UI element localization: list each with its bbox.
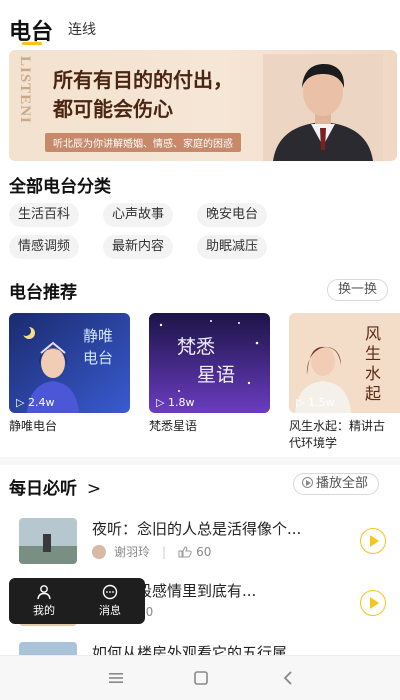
author-avatar xyxy=(92,544,106,559)
card-2-name[interactable]: 梵悉星语 xyxy=(149,418,197,435)
svg-text:静唯: 静唯 xyxy=(83,327,113,345)
switch-button[interactable]: 换一换 xyxy=(327,279,389,301)
svg-text:梵悉: 梵悉 xyxy=(177,336,215,358)
recommend-title: 电台推荐 xyxy=(9,283,77,303)
back-icon[interactable] xyxy=(281,670,295,686)
svg-text:起: 起 xyxy=(365,384,381,403)
floating-nav: 我的 消息 xyxy=(9,578,145,624)
daily-title[interactable]: 每日必听 > xyxy=(9,474,101,499)
list-item-1[interactable]: 夜听：念旧的人总是活得像个... 谢羽玲 | 60 xyxy=(9,516,394,578)
item-1-meta: 谢羽玲 | 60 xyxy=(92,543,211,560)
card-2-play-count: ▷ 1.8w xyxy=(156,396,195,409)
chevron-right-icon: > xyxy=(86,479,102,499)
radio-card-2[interactable]: 梵悉 星语 ▷ 1.8w xyxy=(149,313,270,413)
banner-host-photo xyxy=(263,54,383,161)
card-1-play-count: ▷ 2.4w xyxy=(16,396,55,409)
radio-card-3[interactable]: 风 生 水 起 ▷ 1.5w xyxy=(289,313,400,413)
promo-banner[interactable]: LISTENI 所有有目的的付出， 都可能会伤心 听北辰为你讲解婚姻、情感、家庭… xyxy=(9,50,397,161)
radio-card-1[interactable]: 静唯 电台 ▷ 2.4w xyxy=(9,313,130,413)
banner-title-line2: 都可能会伤心 xyxy=(53,97,173,121)
card-3-name-line2: 代环境学 xyxy=(289,436,338,450)
nav-messages[interactable]: 消息 xyxy=(85,582,135,618)
item-1-title: 夜听：念旧的人总是活得像个... xyxy=(92,520,302,538)
item-1-play-button[interactable] xyxy=(360,528,386,554)
card-3-name-line1: 风生水起：精讲古 xyxy=(289,419,386,433)
svg-text:水: 水 xyxy=(365,364,381,383)
card-3-play-count: ▷ 1.5w xyxy=(296,396,335,409)
card-1-name[interactable]: 静唯电台 xyxy=(9,418,57,435)
banner-title-line1: 所有有目的的付出， xyxy=(53,68,233,92)
card-2-art-text: 梵悉 星语 xyxy=(177,336,235,386)
svg-text:电台: 电台 xyxy=(83,349,113,367)
play-all-label: 播放全部 xyxy=(316,476,369,491)
message-icon xyxy=(102,584,118,600)
banner-title: 所有有目的的付出， 都可能会伤心 xyxy=(53,66,293,124)
menu-icon[interactable] xyxy=(108,671,124,685)
nav-messages-label: 消息 xyxy=(99,604,121,617)
svg-text:风: 风 xyxy=(365,324,381,343)
top-tab-bar: 电台 连线 xyxy=(0,0,400,48)
svg-text:星语: 星语 xyxy=(197,364,235,386)
item-1-thumbnail xyxy=(19,518,77,564)
banner-subtitle: 听北辰为你讲解婚姻、情感、家庭的困惑 xyxy=(45,133,241,152)
chip-life[interactable]: 生活百科 xyxy=(9,203,80,227)
play-all-button[interactable]: 播放全部 xyxy=(293,473,380,495)
item-2-play-button[interactable] xyxy=(360,590,386,616)
system-nav-bar xyxy=(0,655,400,700)
daily-title-text: 每日必听 xyxy=(9,479,77,499)
card-1-art-text: 静唯 电台 xyxy=(83,327,113,367)
like-icon xyxy=(178,545,192,557)
chip-stories[interactable]: 心声故事 xyxy=(103,203,174,227)
active-tab-indicator xyxy=(22,42,42,45)
banner-vertical-text: LISTENI xyxy=(17,56,33,124)
home-icon[interactable] xyxy=(193,670,209,686)
play-circle-icon xyxy=(302,477,313,488)
card-3-art-text: 风 生 水 起 xyxy=(365,324,381,403)
card-3-name[interactable]: 风生水起：精讲古 代环境学 xyxy=(289,418,385,452)
chip-latest[interactable]: 最新内容 xyxy=(103,235,174,259)
item-1-author: 谢羽玲 xyxy=(114,545,151,559)
nav-mine-label: 我的 xyxy=(33,604,55,617)
item-1-likes: 60 xyxy=(196,544,212,559)
nav-mine[interactable]: 我的 xyxy=(19,582,69,618)
categories-title: 全部电台分类 xyxy=(9,177,111,197)
chip-emotion[interactable]: 情感调频 xyxy=(9,235,80,259)
chip-sleep[interactable]: 助眠减压 xyxy=(197,235,268,259)
tab-connect[interactable]: 连线 xyxy=(68,19,96,39)
meta-separator: | xyxy=(162,544,167,559)
section-divider xyxy=(0,457,400,465)
user-icon xyxy=(37,585,51,600)
svg-text:生: 生 xyxy=(365,344,381,363)
chip-goodnight[interactable]: 晚安电台 xyxy=(197,203,268,227)
